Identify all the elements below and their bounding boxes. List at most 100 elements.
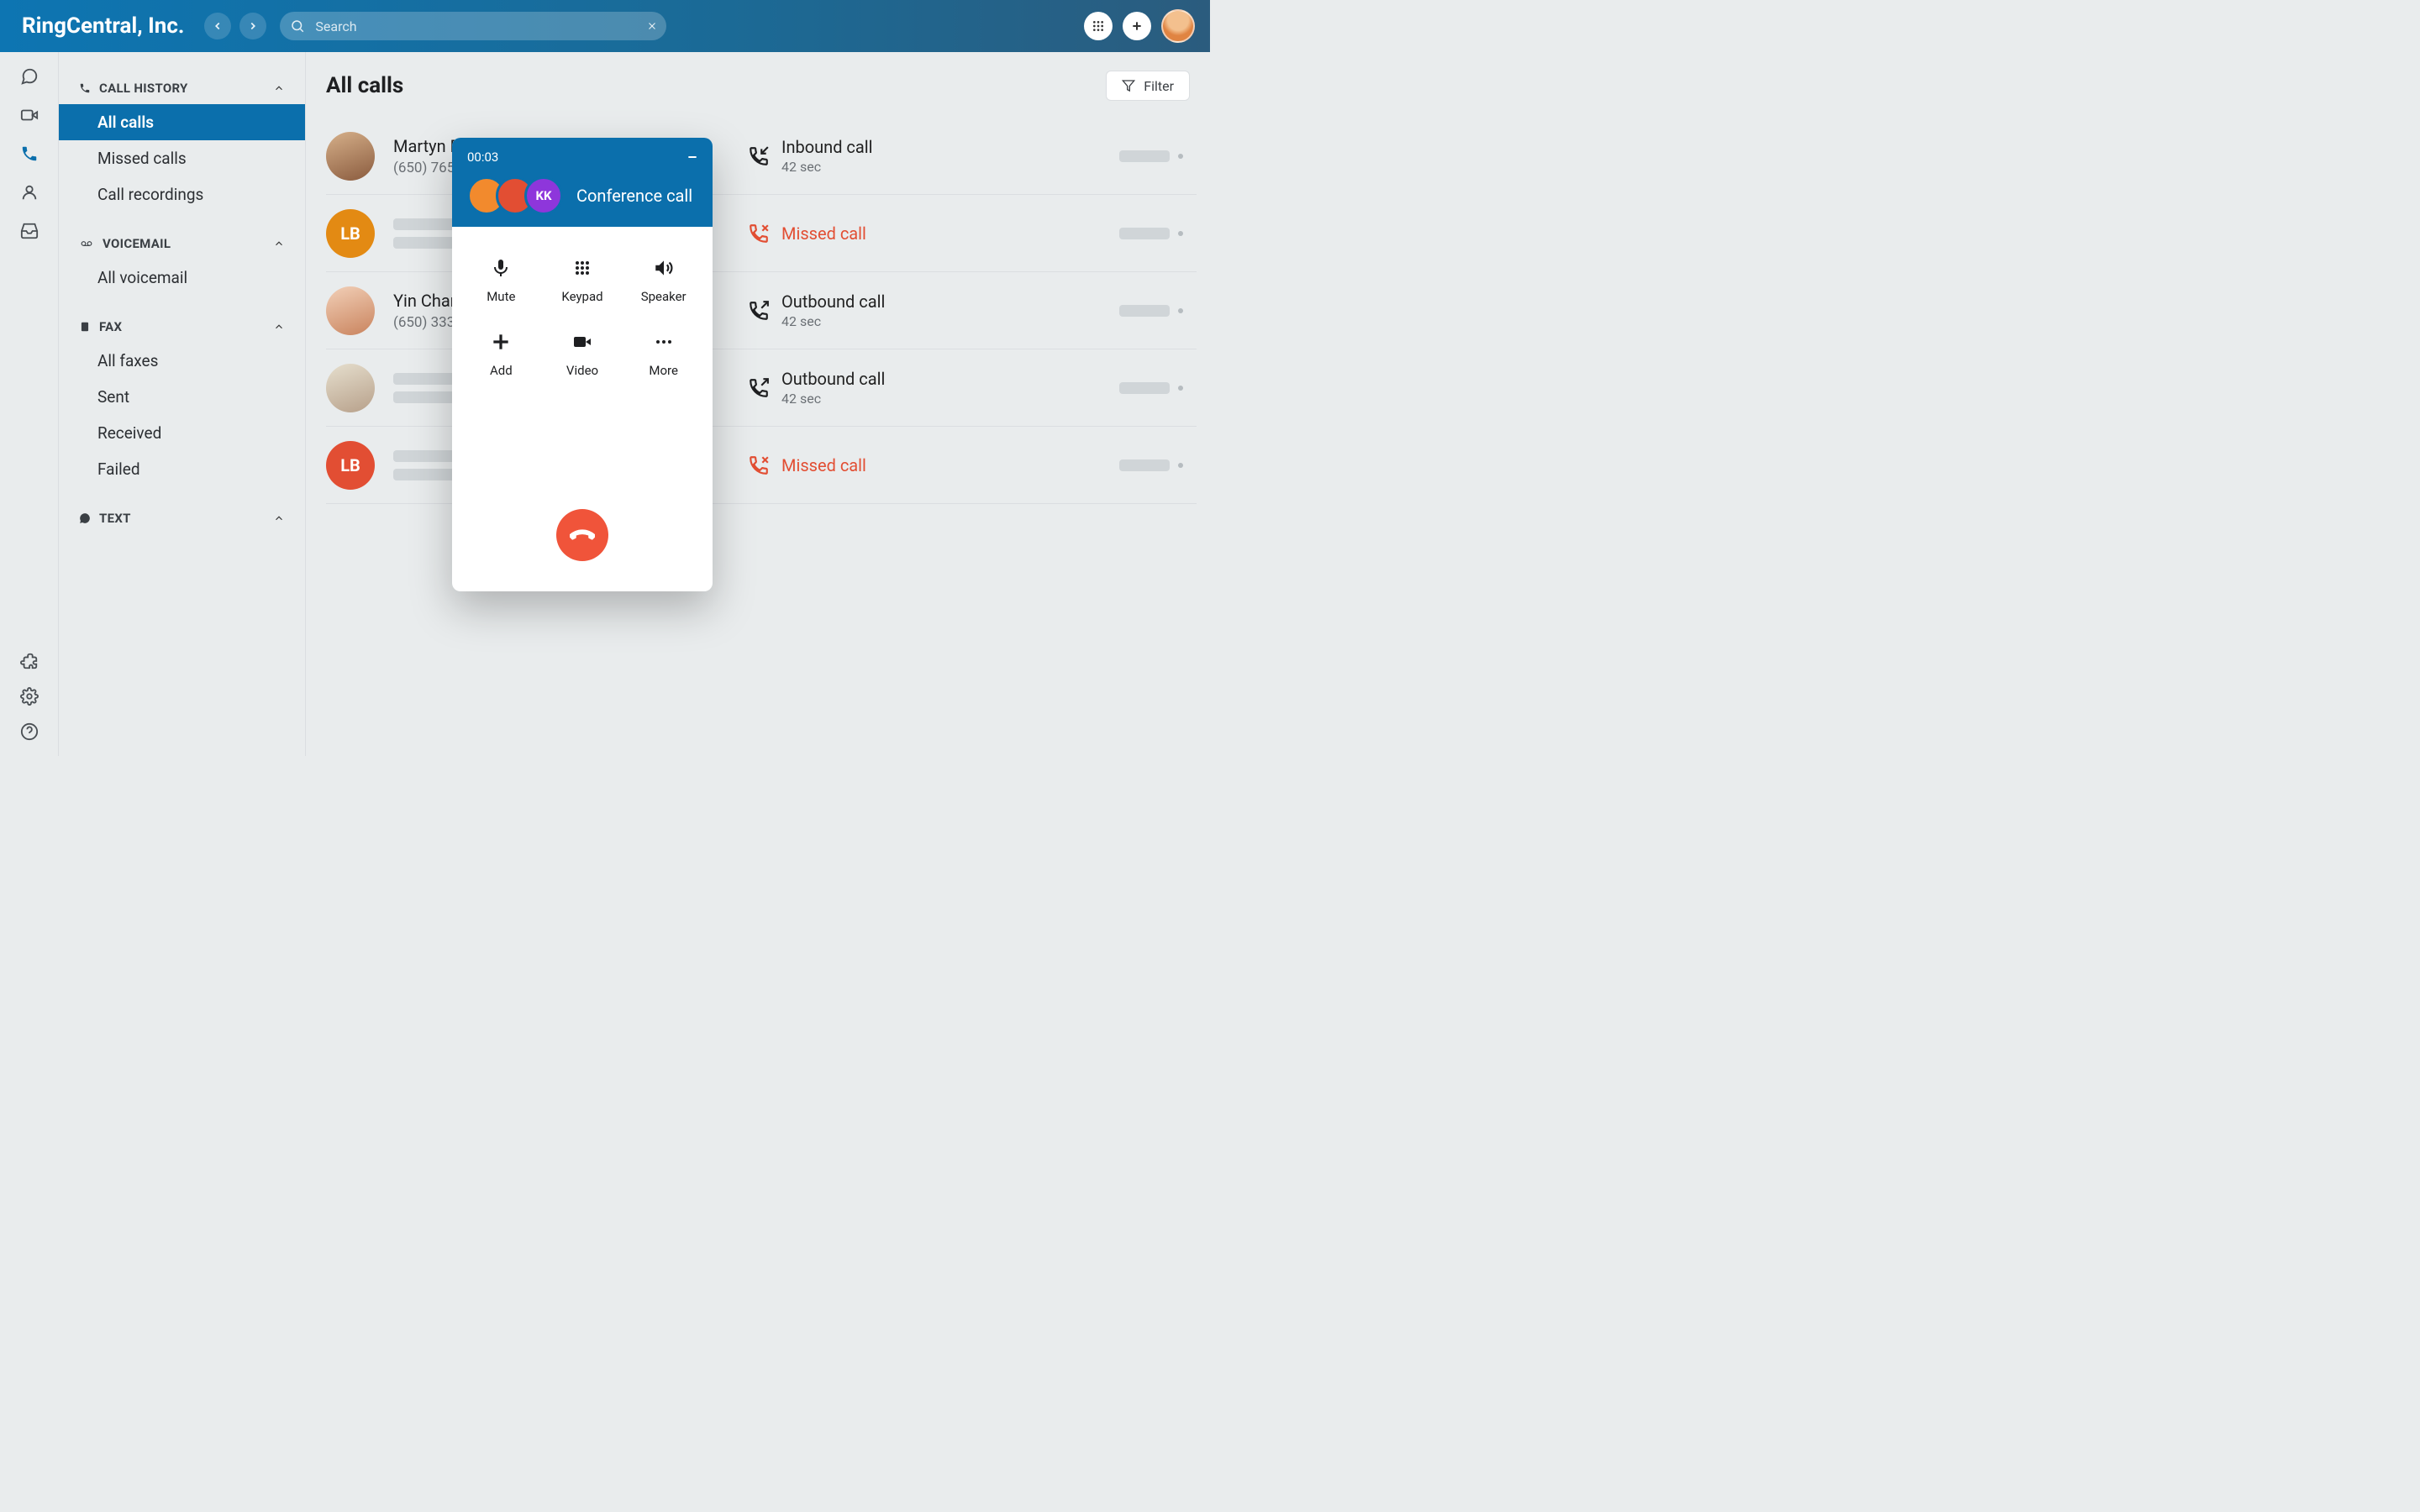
contact-avatar bbox=[326, 132, 375, 181]
call-duration: 42 sec bbox=[781, 159, 873, 175]
chevron-up-icon bbox=[273, 321, 285, 333]
rail-contacts[interactable] bbox=[20, 183, 39, 202]
x-icon bbox=[646, 20, 658, 32]
row-menu-button[interactable] bbox=[1178, 308, 1183, 313]
row-menu-button[interactable] bbox=[1178, 154, 1183, 159]
speaker-button[interactable]: Speaker bbox=[623, 255, 704, 304]
row-menu-button[interactable] bbox=[1178, 463, 1183, 468]
add-participant-button[interactable]: Add bbox=[460, 329, 542, 378]
app-title: RingCentral, Inc. bbox=[22, 13, 184, 39]
call-type: Inbound call bbox=[781, 137, 873, 157]
section-label: TEXT bbox=[99, 511, 131, 526]
user-icon bbox=[20, 183, 39, 202]
row-trailing bbox=[1119, 459, 1183, 471]
rail-apps[interactable] bbox=[20, 652, 39, 670]
control-label: Speaker bbox=[641, 289, 687, 304]
voicemail-icon bbox=[79, 238, 94, 249]
placeholder bbox=[1119, 459, 1170, 471]
control-label: Mute bbox=[487, 289, 515, 304]
placeholder bbox=[1119, 382, 1170, 394]
call-type: Outbound call bbox=[781, 369, 885, 389]
search-input[interactable] bbox=[313, 18, 656, 35]
main-content: All calls Filter Martyn Daniele (650) 76… bbox=[306, 52, 1210, 756]
row-trailing bbox=[1119, 305, 1183, 317]
text-icon bbox=[79, 512, 91, 524]
puzzle-icon bbox=[20, 652, 39, 670]
call-title: Conference call bbox=[576, 186, 692, 206]
microphone-icon bbox=[488, 255, 513, 281]
new-action-button[interactable] bbox=[1123, 12, 1151, 40]
rail-help[interactable] bbox=[20, 722, 39, 741]
control-label: More bbox=[649, 363, 678, 378]
nav-item-received[interactable]: Received bbox=[59, 415, 305, 451]
control-label: Add bbox=[490, 363, 513, 378]
placeholder bbox=[1119, 150, 1170, 162]
contact-avatar bbox=[326, 286, 375, 335]
page-title: All calls bbox=[326, 73, 403, 98]
filter-icon bbox=[1122, 79, 1135, 92]
section-header-fax[interactable]: FAX bbox=[59, 311, 305, 343]
rail-messages[interactable] bbox=[20, 67, 39, 86]
top-bar: RingCentral, Inc. bbox=[0, 0, 1210, 52]
search-clear-button[interactable] bbox=[646, 20, 658, 32]
fax-icon bbox=[79, 321, 91, 333]
rail-settings[interactable] bbox=[20, 687, 39, 706]
chevron-up-icon bbox=[273, 82, 285, 94]
nav-item-all-voicemail[interactable]: All voicemail bbox=[59, 260, 305, 296]
more-button[interactable]: More bbox=[623, 329, 704, 378]
call-duration: 42 sec bbox=[781, 391, 885, 407]
dialpad-icon bbox=[1092, 19, 1105, 33]
section-header-voicemail[interactable]: VOICEMAIL bbox=[59, 228, 305, 260]
search-field[interactable] bbox=[280, 12, 666, 40]
mute-button[interactable]: Mute bbox=[460, 255, 542, 304]
section-header-text[interactable]: TEXT bbox=[59, 502, 305, 534]
row-trailing bbox=[1119, 382, 1183, 394]
rail-video[interactable] bbox=[20, 106, 39, 124]
inbound-call-icon bbox=[748, 145, 770, 167]
row-trailing bbox=[1119, 150, 1183, 162]
nav-item-missed-calls[interactable]: Missed calls bbox=[59, 140, 305, 176]
left-rail bbox=[0, 52, 59, 756]
chevron-up-icon bbox=[273, 238, 285, 249]
missed-call-icon bbox=[748, 223, 770, 244]
call-duration: 42 sec bbox=[781, 313, 885, 329]
hangup-button[interactable] bbox=[556, 509, 608, 561]
top-right-actions bbox=[1084, 9, 1195, 43]
search-icon bbox=[290, 18, 305, 34]
call-timer: 00:03 bbox=[467, 150, 498, 165]
gear-icon bbox=[20, 687, 39, 706]
nav-item-all-calls[interactable]: All calls bbox=[59, 104, 305, 140]
nav-item-all-faxes[interactable]: All faxes bbox=[59, 343, 305, 379]
nav-item-sent[interactable]: Sent bbox=[59, 379, 305, 415]
section-header-call-history[interactable]: CALL HISTORY bbox=[59, 72, 305, 104]
dialpad-button[interactable] bbox=[1084, 12, 1113, 40]
filter-label: Filter bbox=[1144, 78, 1174, 94]
profile-avatar[interactable] bbox=[1161, 9, 1195, 43]
contact-avatar: LB bbox=[326, 441, 375, 490]
minimize-button[interactable] bbox=[686, 150, 699, 164]
filter-button[interactable]: Filter bbox=[1106, 71, 1190, 101]
chat-icon bbox=[20, 67, 39, 86]
active-call-panel: 00:03 KK Conference call Mute bbox=[452, 138, 713, 591]
speaker-icon bbox=[651, 255, 676, 281]
chevron-right-icon bbox=[247, 20, 259, 32]
video-toggle-button[interactable]: Video bbox=[542, 329, 623, 378]
inbox-icon bbox=[20, 222, 39, 240]
keypad-button[interactable]: Keypad bbox=[542, 255, 623, 304]
row-menu-button[interactable] bbox=[1178, 231, 1183, 236]
rail-phone[interactable] bbox=[20, 144, 39, 163]
nav-back-button[interactable] bbox=[204, 13, 231, 39]
section-label: VOICEMAIL bbox=[103, 236, 171, 251]
nav-item-call-recordings[interactable]: Call recordings bbox=[59, 176, 305, 213]
secondary-nav: CALL HISTORY All calls Missed calls Call… bbox=[59, 52, 306, 756]
participant-avatars: KK bbox=[467, 176, 563, 215]
camera-icon bbox=[570, 329, 595, 354]
plus-icon bbox=[1130, 19, 1144, 33]
row-menu-button[interactable] bbox=[1178, 386, 1183, 391]
nav-forward-button[interactable] bbox=[239, 13, 266, 39]
section-label: FAX bbox=[99, 319, 122, 334]
keypad-icon bbox=[570, 255, 595, 281]
nav-item-failed[interactable]: Failed bbox=[59, 451, 305, 487]
plus-icon bbox=[488, 329, 513, 354]
rail-inbox[interactable] bbox=[20, 222, 39, 240]
